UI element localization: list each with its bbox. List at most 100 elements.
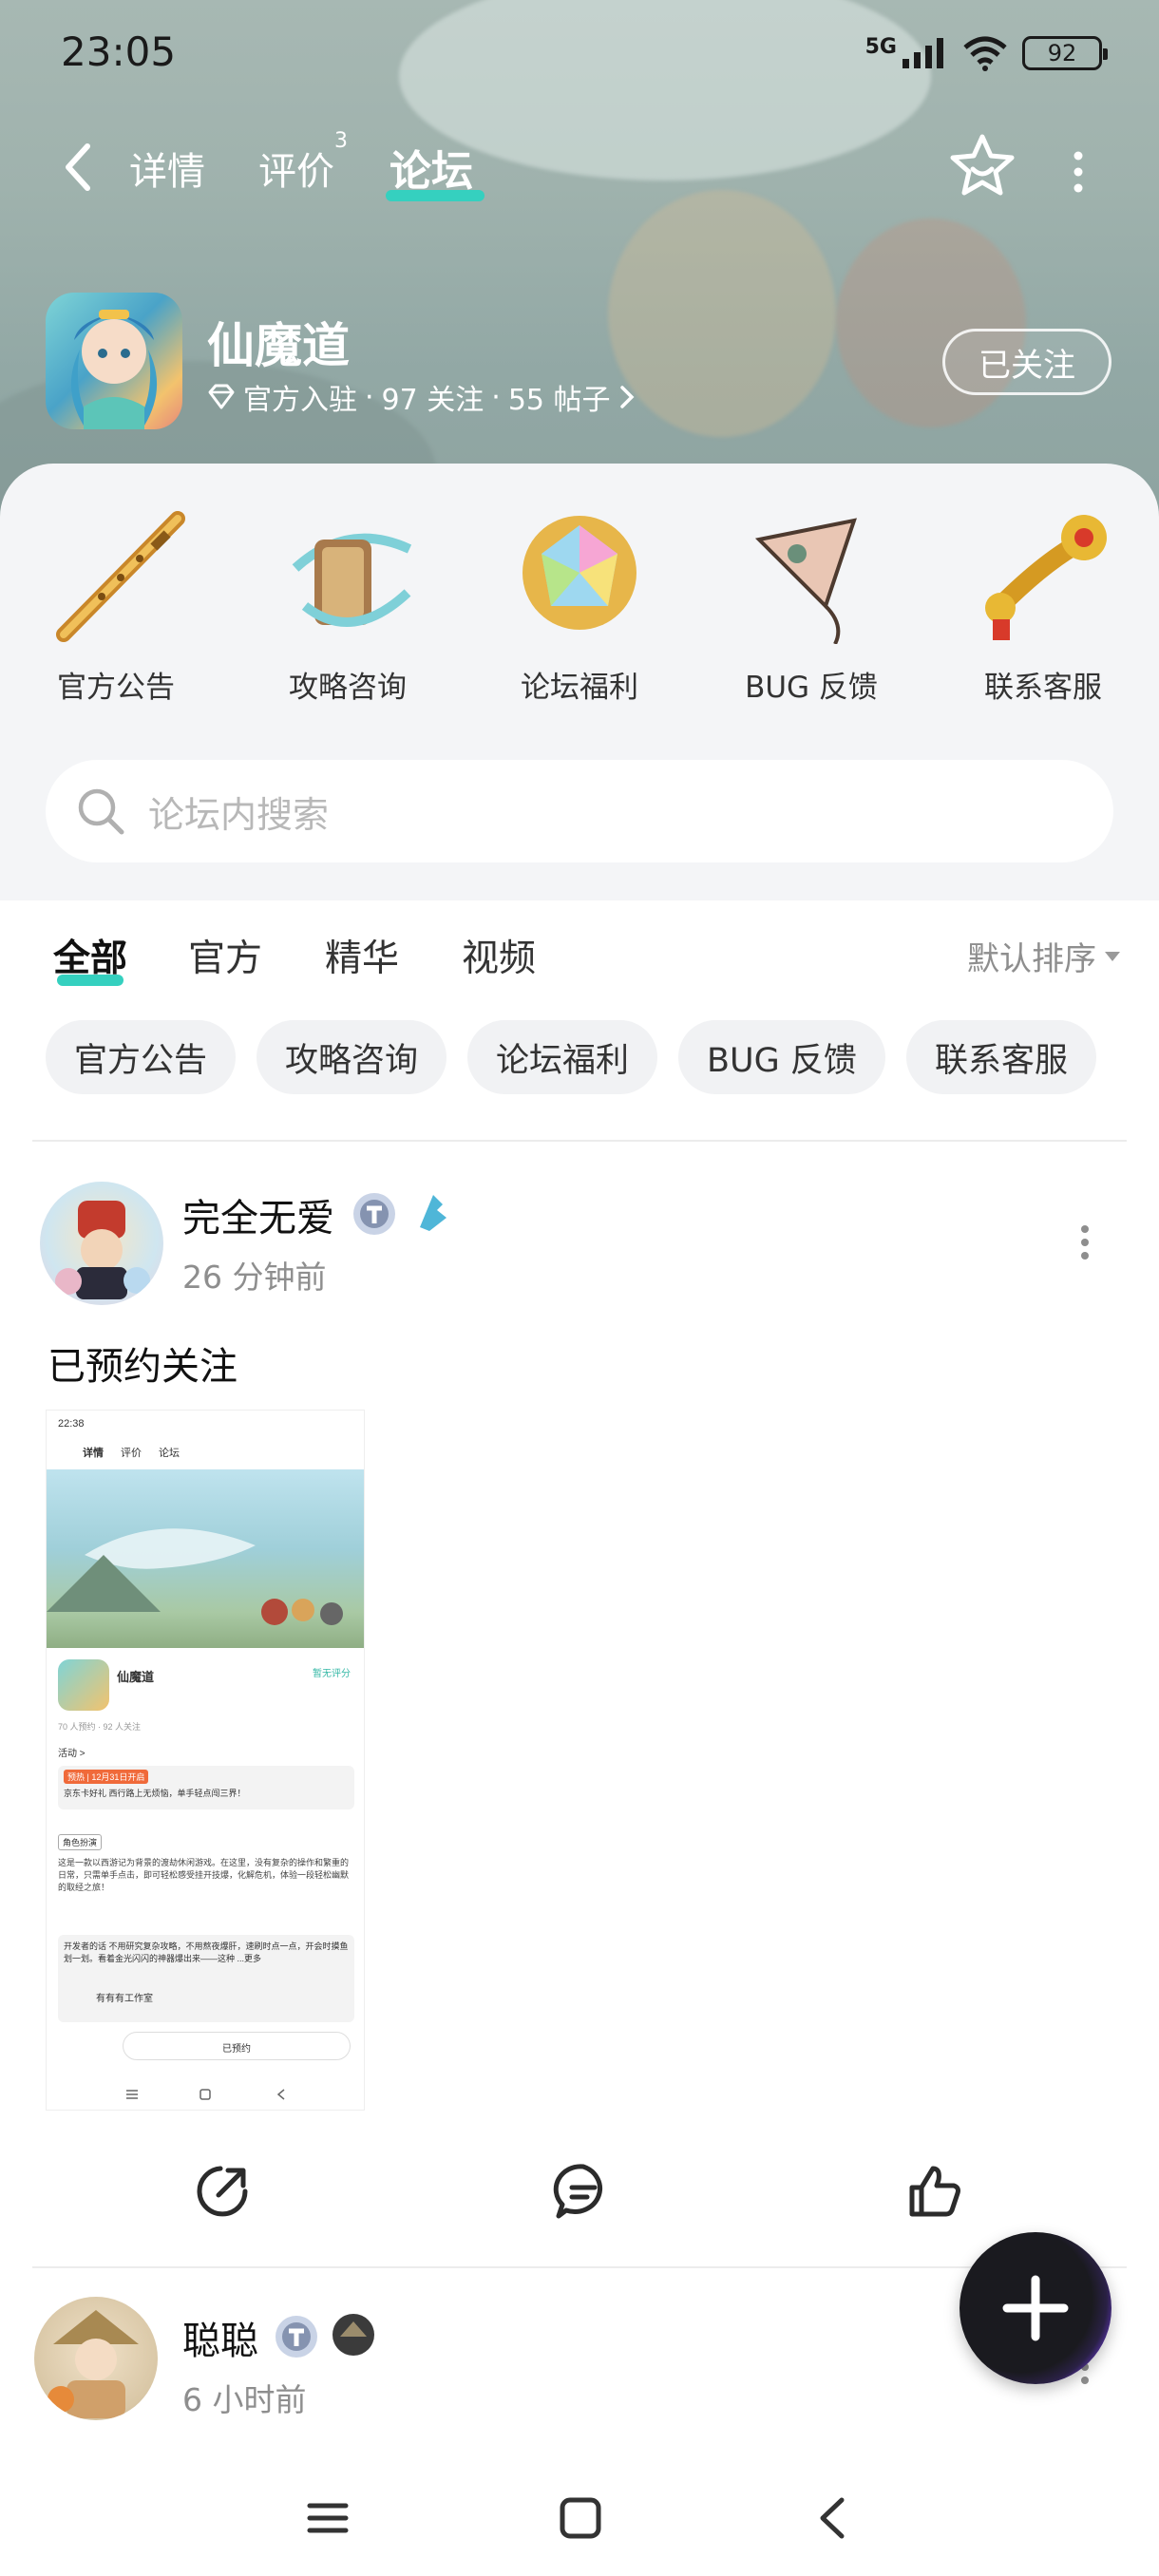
status-bar: 23:05 5G 92 (0, 0, 1159, 114)
category-chip-row: 官方公告 攻略咨询 论坛福利 BUG 反馈 联系客服 (46, 1020, 1096, 1096)
battery-indicator: 92 (1022, 36, 1108, 70)
divider (32, 1140, 1127, 1142)
post-time: 6 小时前 (182, 2381, 307, 2418)
mini-dev-note-card: 开发者的话 不用研究复杂攻略，不用熬夜爆肝，速刷时点一点，开会时摸鱼划一划。看着… (58, 1935, 354, 2022)
mini-stats: 70 人预约 · 92 人关注 (58, 1722, 142, 1732)
game-stats[interactable]: 官方入驻 · 97 关注 · 55 帖子 (207, 376, 636, 418)
level-badge-icon (353, 1193, 395, 1235)
mini-tab-details: 详情 (83, 1448, 104, 1459)
achievement-badge-icon (420, 1195, 446, 1231)
category-bug-report[interactable]: BUG 反馈 (695, 502, 927, 710)
level-badge-icon (276, 2316, 317, 2358)
menu-icon[interactable] (304, 2494, 352, 2542)
comment-icon[interactable] (553, 2161, 614, 2222)
favorite-star-icon[interactable] (948, 131, 1016, 199)
category-strategy[interactable]: 攻略咨询 (232, 502, 464, 710)
gem-icon (522, 516, 636, 630)
more-options-icon[interactable] (1064, 148, 1092, 196)
chip-bug-report[interactable]: BUG 反馈 (678, 1020, 885, 1094)
signal-icon (902, 38, 943, 68)
avatar[interactable] (40, 1182, 163, 1305)
tab-details[interactable]: 详情 (129, 141, 205, 196)
mini-promo-text: 京东卡好礼 西行路上无烦恼，单手轻点闯三界！ (64, 1789, 246, 1798)
chevron-right-icon (619, 386, 635, 408)
back-nav-icon[interactable] (809, 2494, 857, 2542)
post-count: 55 帖子 (507, 384, 611, 417)
caret-down-icon (1105, 951, 1120, 961)
official-label: 官方入驻 (243, 384, 357, 417)
mini-reserve-label: 已预约 (222, 2044, 251, 2055)
mini-studio: 有有有工作室 (96, 1994, 153, 2004)
follow-count: 97 关注 (381, 384, 484, 417)
separator-dot: · (365, 380, 374, 414)
mini-game-title: 仙魔道 (117, 1670, 155, 1684)
forum-category-card: 官方公告 攻略咨询 论坛福利 BUG 反馈 联系客服 论坛内搜索 (0, 464, 1159, 900)
achievement-badge-icon (332, 2314, 374, 2356)
scroll-icon (292, 533, 412, 628)
chip-strategy[interactable]: 攻略咨询 (256, 1020, 447, 1094)
search-icon (78, 788, 124, 835)
status-icons: 5G 92 (864, 34, 1108, 72)
system-navigation-bar (0, 2460, 1159, 2576)
post-image-thumbnail[interactable]: 22:38 详情 评价 论坛 仙魔道 暂无评分 70 人预约 · 92 人关注 … (46, 1410, 365, 2111)
tab-forum[interactable]: 论坛 (390, 137, 473, 198)
sort-label: 默认排序 (967, 940, 1096, 978)
mini-game-icon (58, 1659, 109, 1711)
separator-dot: · (491, 380, 501, 414)
chip-forum-welfare[interactable]: 论坛福利 (467, 1020, 658, 1094)
game-title: 仙魔道 (207, 318, 350, 373)
mini-description: 这是一款以西游记为背景的渡劫休闲游戏。在这里，没有复杂的操作和繁重的日常，只需单… (58, 1858, 350, 1892)
chip-official-announcement[interactable]: 官方公告 (46, 1020, 237, 1094)
post-more-icon[interactable] (1075, 1223, 1094, 1261)
mini-tab-reviews: 评价 (121, 1448, 142, 1459)
status-time: 23:05 (61, 28, 177, 75)
top-nav: 详情 评价 3 论坛 (0, 123, 1159, 209)
mini-promo-tag: 预热 | 12月31日开启 (64, 1770, 149, 1784)
category-customer-service[interactable]: 联系客服 (927, 502, 1159, 710)
category-label: 攻略咨询 (289, 671, 407, 705)
post-author[interactable]: 完全无爱 (182, 1187, 334, 1242)
sort-dropdown[interactable]: 默认排序 (967, 933, 1121, 979)
mini-status-time: 22:38 (58, 1418, 85, 1430)
mini-promo: 预热 | 12月31日开启 京东卡好礼 西行路上无烦恼，单手轻点闯三界！ (58, 1766, 354, 1809)
share-icon[interactable] (192, 2161, 253, 2222)
category-label: 官方公告 (57, 671, 175, 705)
game-header-banner: 23:05 5G 92 详情 评价 3 论坛 仙魔道 官方入驻 · 97 关注 … (0, 0, 1159, 532)
game-info: 仙魔道 官方入驻 · 97 关注 · 55 帖子 已关注 (0, 285, 1159, 437)
filter-tab-all[interactable]: 全部 (53, 929, 127, 982)
forum-search-bar[interactable]: 论坛内搜索 (46, 760, 1113, 862)
filter-tab-video[interactable]: 视频 (462, 929, 536, 982)
mini-dev-note: 开发者的话 不用研究复杂攻略，不用熬夜爆肝，速刷时点一点，开会时摸鱼划一划。看着… (64, 1941, 349, 1963)
followed-button[interactable]: 已关注 (942, 329, 1112, 395)
back-icon[interactable] (55, 139, 103, 196)
post-time: 26 分钟前 (182, 1259, 327, 1296)
game-app-icon[interactable] (46, 293, 182, 429)
mini-activity: 活动 > (58, 1749, 86, 1759)
search-placeholder: 论坛内搜索 (148, 793, 330, 836)
mini-genre-tag: 角色扮演 (58, 1834, 103, 1850)
post-author[interactable]: 聪聪 (182, 2310, 258, 2365)
flute-icon (56, 511, 185, 642)
like-icon[interactable] (904, 2161, 965, 2222)
post-body: 已预约关注 (48, 1345, 238, 1389)
battery-level: 92 (1047, 40, 1077, 66)
plus-icon (1002, 2275, 1069, 2341)
filter-tab-featured[interactable]: 精华 (325, 929, 399, 982)
network-label: 5G (864, 34, 897, 59)
mini-reserve-button: 已预约 (123, 2032, 351, 2060)
category-label: BUG 反馈 (745, 671, 878, 705)
filter-tab-official[interactable]: 官方 (188, 929, 262, 982)
review-count-badge: 3 (334, 129, 348, 153)
category-forum-welfare[interactable]: 论坛福利 (464, 502, 695, 710)
home-icon[interactable] (557, 2494, 604, 2542)
wifi-icon (963, 36, 1007, 71)
divider (32, 2266, 1127, 2268)
avatar[interactable] (34, 2297, 158, 2420)
category-label: 论坛福利 (521, 671, 638, 705)
category-official-announcement[interactable]: 官方公告 (0, 502, 232, 710)
diamond-icon (208, 384, 235, 409)
mini-nav-bar (126, 2089, 285, 2100)
new-post-button[interactable] (960, 2232, 1112, 2384)
tab-reviews[interactable]: 评价 (258, 141, 334, 196)
chip-customer-service[interactable]: 联系客服 (905, 1020, 1096, 1094)
